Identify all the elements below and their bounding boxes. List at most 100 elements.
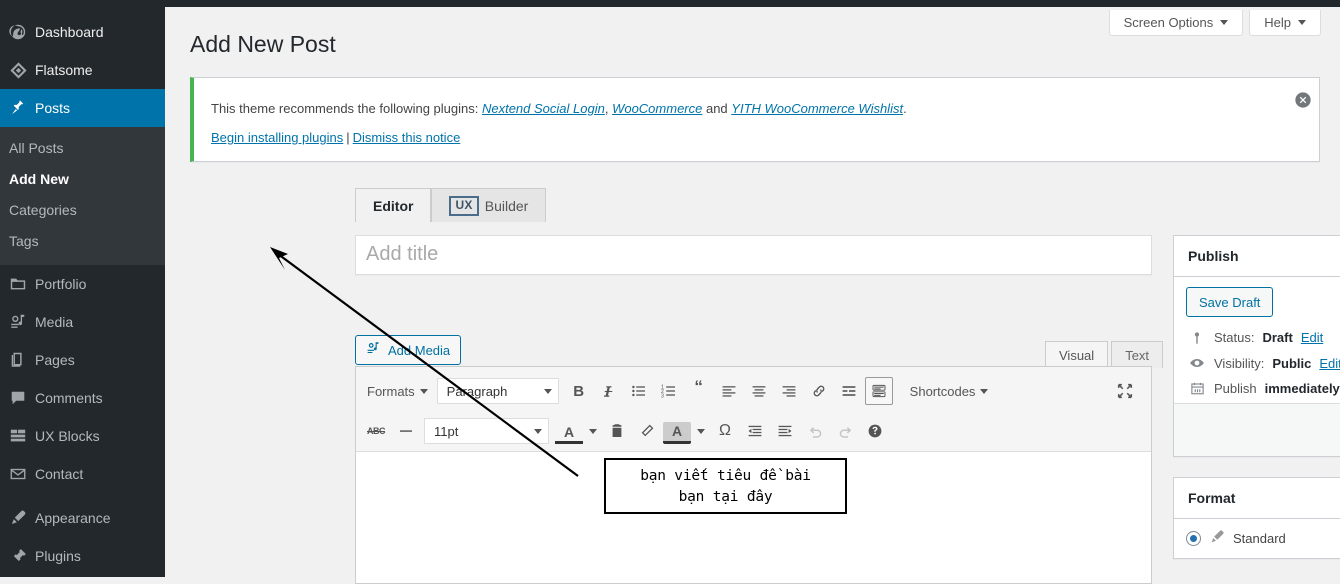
bullet-list-button[interactable] [625, 377, 653, 405]
blockquote-button[interactable]: “ [685, 377, 713, 405]
format-standard-icon [1209, 529, 1225, 548]
font-size-select[interactable]: 11pt [424, 418, 549, 444]
screen-meta-links: Screen Options Help [1108, 10, 1321, 36]
add-media-button[interactable]: Add Media [355, 335, 462, 365]
post-sidebar-metaboxes: Publish Save Draft Preview [1173, 235, 1340, 579]
kitchen-sink-button[interactable] [864, 377, 893, 405]
shortcodes-menu-button[interactable]: Shortcodes [905, 377, 994, 405]
sidebar-item-label: Posts [35, 100, 71, 116]
special-character-button[interactable]: Ω [711, 417, 739, 445]
formats-menu-button[interactable]: Formats [362, 377, 433, 405]
align-center-button[interactable] [745, 377, 773, 405]
italic-button[interactable] [595, 377, 623, 405]
sidebar-item-appearance[interactable]: Appearance [0, 499, 165, 537]
chevron-down-icon [589, 428, 597, 434]
sidebar-item-comments[interactable]: Comments [0, 379, 165, 417]
align-left-button[interactable] [715, 377, 743, 405]
sidebar-item-label: Contact [35, 466, 84, 482]
fullscreen-button[interactable] [1111, 377, 1139, 405]
help-button[interactable]: Help [1249, 10, 1321, 36]
sidebar-item-ux-blocks[interactable]: UX Blocks [0, 417, 165, 455]
horizontal-rule-button[interactable] [392, 417, 420, 445]
sidebar-item-contact[interactable]: Contact [0, 455, 165, 493]
read-more-button[interactable] [835, 377, 863, 405]
format-metabox-header: Format [1174, 478, 1340, 519]
add-media-icon [366, 341, 382, 360]
format-metabox-title: Format [1188, 490, 1236, 506]
callout-line-1: bạn viết tiêu đề bài [640, 468, 811, 484]
post-visibility-row: Visibility: Public Edit [1186, 350, 1340, 376]
tab-ux-builder[interactable]: UX Builder [431, 188, 547, 222]
sidebar-item-flatsome[interactable]: Flatsome [0, 51, 165, 89]
tinymce-toolbar: Formats Paragraph B 123 “ Shortcodes ABC… [356, 367, 1151, 452]
strikethrough-button[interactable]: ABC [362, 417, 390, 445]
redo-button[interactable] [831, 417, 859, 445]
sidebar-item-portfolio[interactable]: Portfolio [0, 265, 165, 303]
format-option-standard[interactable]: Standard [1186, 529, 1340, 548]
close-icon[interactable] [1294, 91, 1312, 109]
text-color-button[interactable]: A [555, 423, 583, 444]
indent-button[interactable] [771, 417, 799, 445]
background-color-caret[interactable] [693, 417, 709, 445]
paste-as-text-button[interactable] [603, 417, 631, 445]
publish-metabox-title: Publish [1188, 248, 1239, 264]
sidebar-item-posts[interactable]: Posts [0, 89, 173, 127]
tab-editor[interactable]: Editor [355, 188, 432, 222]
sidebar-item-categories[interactable]: Categories [0, 195, 165, 226]
save-draft-button[interactable]: Save Draft [1186, 287, 1274, 317]
sidebar-item-add-new[interactable]: Add New [0, 164, 165, 195]
dismiss-this-notice-link[interactable]: Dismiss this notice [353, 130, 461, 145]
bold-button[interactable]: B [565, 377, 593, 405]
sidebar-item-media[interactable]: Media [0, 303, 165, 341]
screen-options-button[interactable]: Screen Options [1108, 10, 1244, 36]
link-nextend-social-login[interactable]: Nextend Social Login [482, 101, 605, 116]
notice-actions: Begin installing plugins | Dismiss this no… [211, 128, 460, 148]
major-publishing-actions: Publish [1174, 403, 1340, 456]
media-buttons-bar: Add Media [355, 335, 462, 365]
minor-publishing-actions: Save Draft Preview [1186, 287, 1340, 317]
undo-button[interactable] [801, 417, 829, 445]
plugin-recommendation-notice: This theme recommends the following plug… [190, 77, 1320, 162]
page-title: Add New Post [190, 31, 336, 57]
begin-installing-plugins-link[interactable]: Begin installing plugins [211, 130, 343, 145]
post-status-label: Status: [1214, 330, 1255, 345]
chevron-down-icon [1220, 20, 1229, 25]
outdent-button[interactable] [741, 417, 769, 445]
align-right-button[interactable] [775, 377, 803, 405]
appearance-brush-icon [9, 509, 35, 527]
keyboard-shortcuts-help-icon[interactable] [861, 417, 889, 445]
sidebar-item-dashboard[interactable]: Dashboard [0, 13, 165, 51]
clear-formatting-eraser-icon[interactable] [633, 417, 661, 445]
sidebar-item-all-posts[interactable]: All Posts [0, 133, 165, 164]
text-color-caret[interactable] [585, 417, 601, 445]
numbered-list-button[interactable]: 123 [655, 377, 683, 405]
background-color-button[interactable]: A [663, 421, 691, 444]
insert-link-button[interactable] [805, 377, 833, 405]
admin-sidebar-menu: Dashboard Flatsome Posts All Posts Add N… [0, 7, 173, 577]
paragraph-format-select[interactable]: Paragraph [436, 378, 559, 404]
link-woocommerce[interactable]: WooCommerce [612, 101, 702, 116]
toolbar-row-1: Formats Paragraph B 123 “ Shortcodes [356, 373, 1151, 409]
toolbar-row-2: ABC 11pt A A Ω [356, 413, 1151, 449]
pages-icon [9, 351, 35, 369]
paragraph-format-value: Paragraph [446, 383, 508, 399]
link-yith-woocommerce-wishlist[interactable]: YITH WooCommerce Wishlist [731, 101, 903, 116]
visibility-eye-icon [1188, 355, 1206, 371]
ux-blocks-icon [9, 427, 35, 445]
edit-visibility-link[interactable]: Edit [1319, 356, 1340, 371]
sidebar-item-plugins[interactable]: Plugins [0, 537, 165, 575]
post-status-row: Status: Draft Edit [1186, 325, 1340, 350]
sidebar-item-tags[interactable]: Tags [0, 226, 165, 257]
notice-divider: | [346, 130, 350, 145]
font-size-value: 11pt [434, 423, 459, 439]
publish-metabox-header: Publish [1174, 236, 1340, 277]
post-title-input[interactable]: Add title [355, 235, 1152, 275]
tab-visual[interactable]: Visual [1045, 341, 1109, 368]
sidebar-item-pages[interactable]: Pages [0, 341, 165, 379]
annotation-callout-box: bạn viết tiêu đề bài bạn tại đây [604, 458, 847, 514]
radio-selected-icon[interactable] [1186, 531, 1201, 546]
sidebar-item-label: UX Blocks [35, 428, 100, 444]
tab-text[interactable]: Text [1111, 341, 1164, 368]
edit-status-link[interactable]: Edit [1301, 330, 1323, 345]
chevron-down-icon [534, 428, 542, 434]
